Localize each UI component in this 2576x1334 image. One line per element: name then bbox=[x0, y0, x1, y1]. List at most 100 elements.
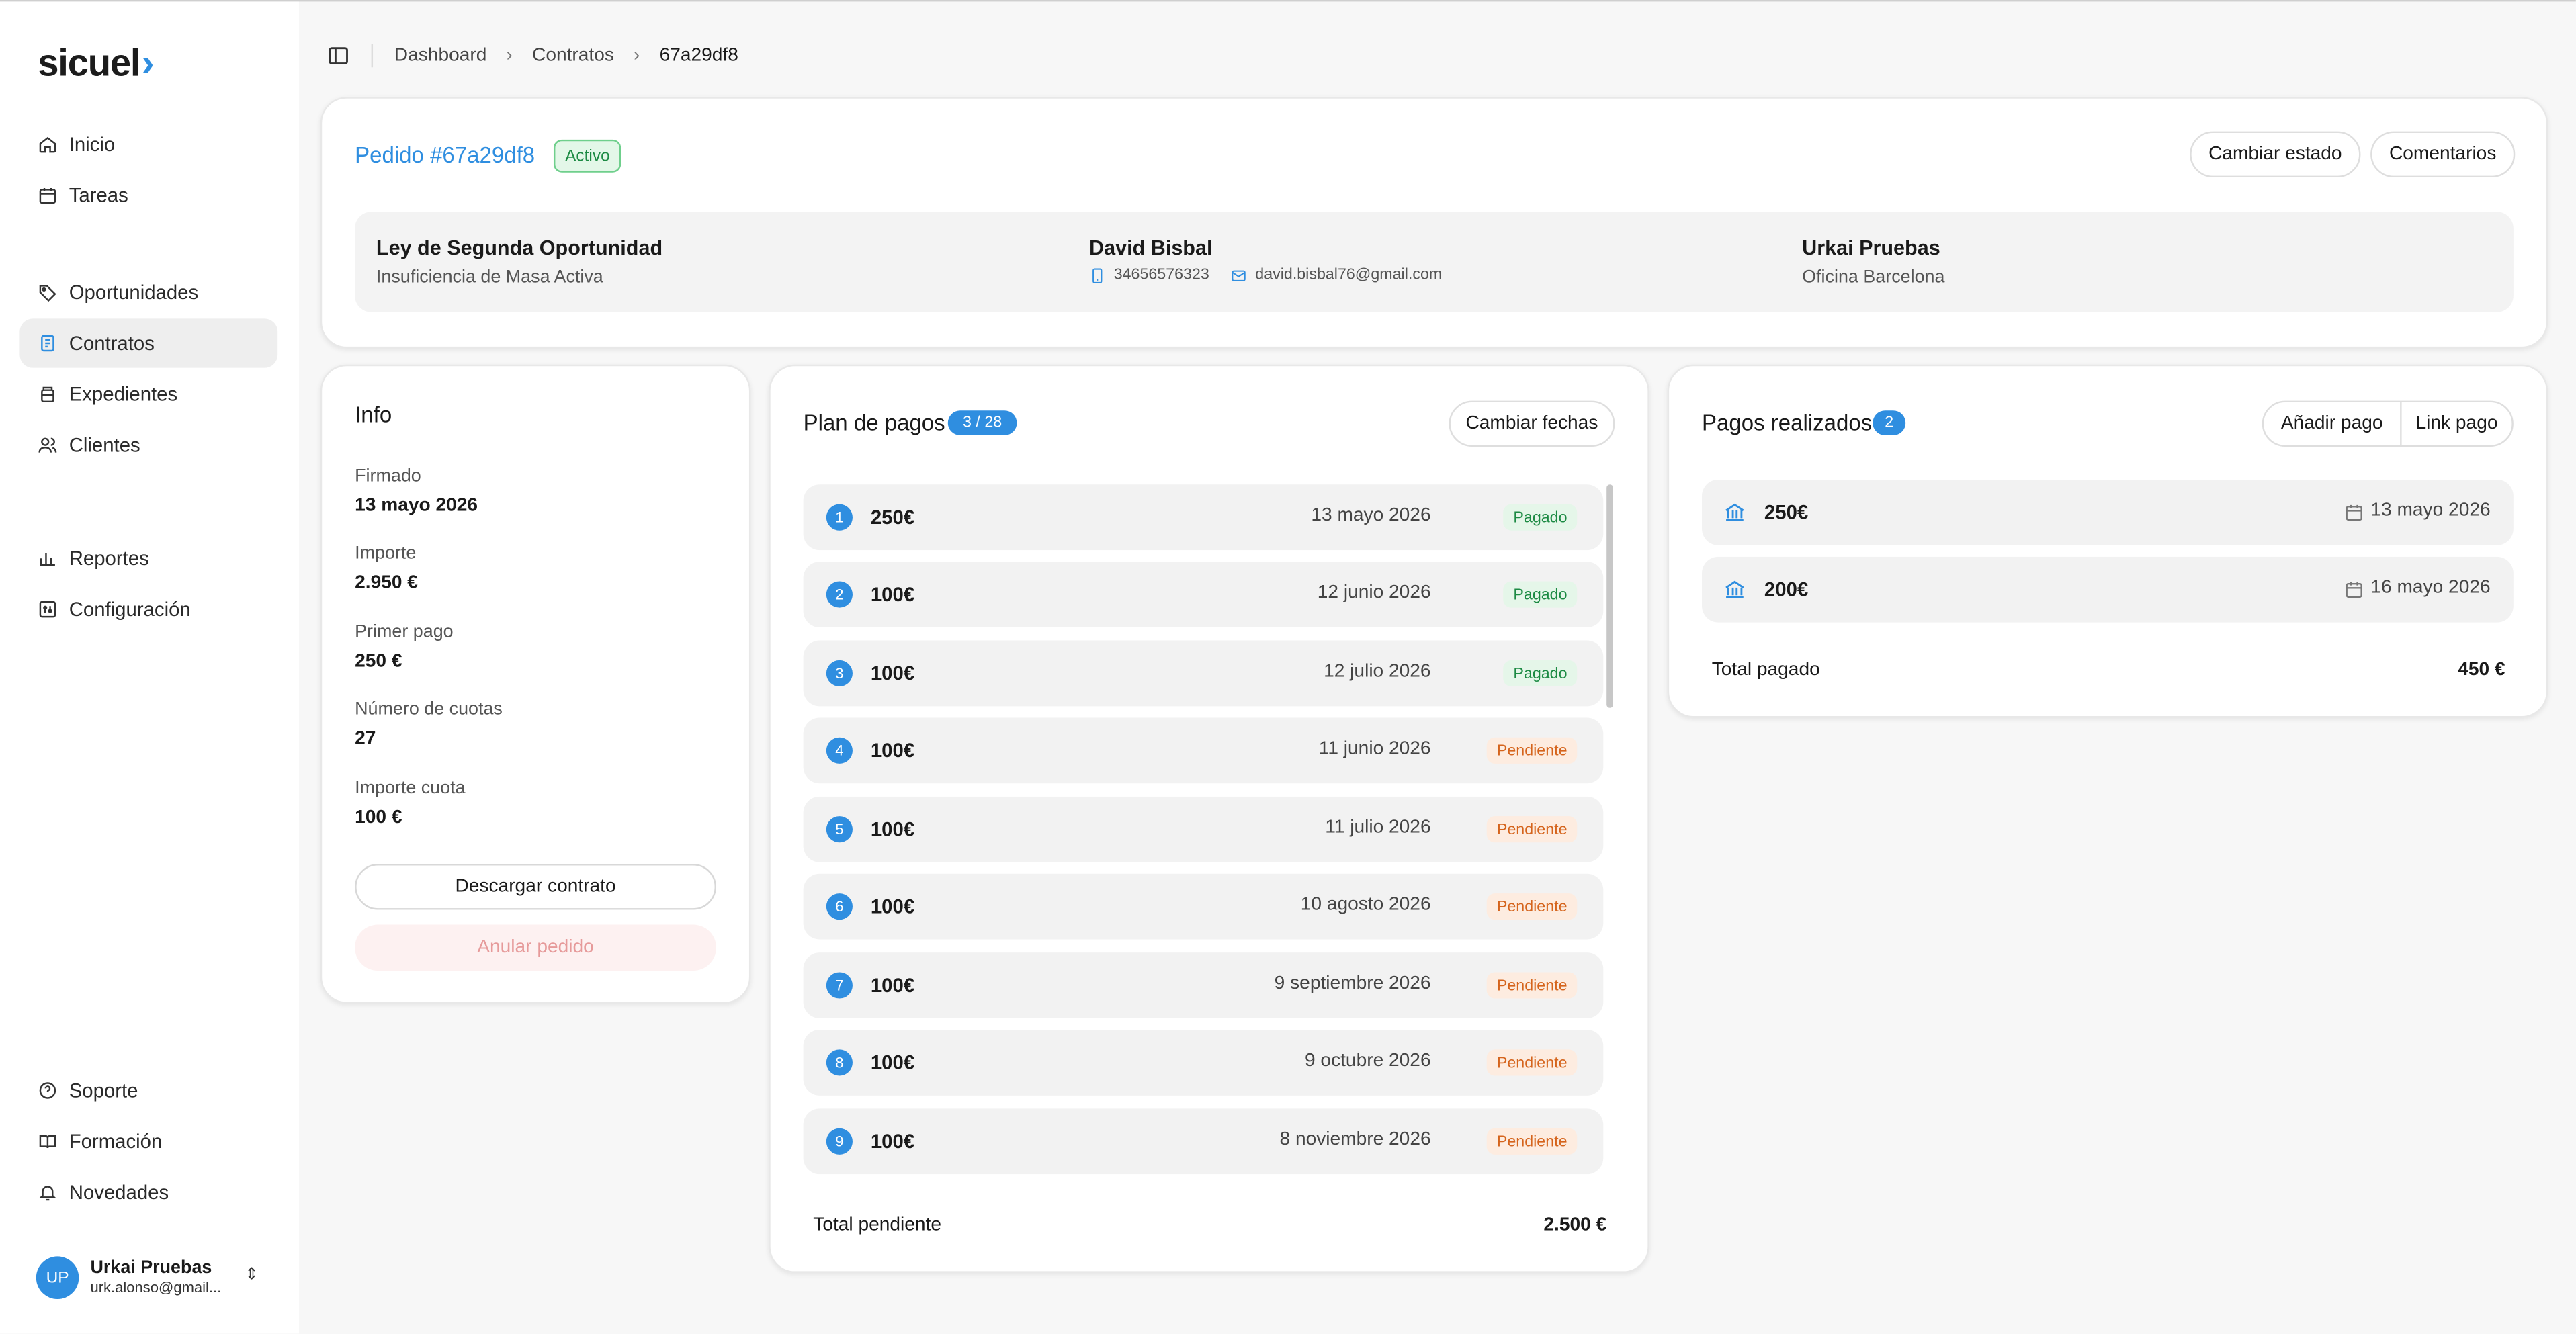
sidebar-item-label: Tareas bbox=[69, 183, 128, 208]
phone-icon bbox=[1092, 267, 1103, 283]
sidebar-item-novedades[interactable]: Novedades bbox=[19, 1167, 277, 1216]
payment-date: 13 mayo 2026 bbox=[2370, 500, 2491, 521]
cancel-order-button[interactable]: Anular pedido bbox=[355, 924, 717, 971]
calendar-icon bbox=[2346, 582, 2362, 598]
sidebar-item-expedientes[interactable]: Expedientes bbox=[19, 369, 277, 418]
change-dates-button[interactable]: Cambiar fechas bbox=[1449, 400, 1615, 447]
field-value: 13 mayo 2026 bbox=[355, 496, 478, 516]
status-badge: Pagado bbox=[1503, 581, 1578, 608]
field-label: Firmado bbox=[355, 466, 421, 486]
payments-count-badge: 2 bbox=[1873, 410, 1906, 435]
installment-number: 3 bbox=[826, 660, 853, 687]
installment-amount: 100€ bbox=[870, 1051, 915, 1075]
sidebar-item-label: Inicio bbox=[69, 133, 116, 157]
status-badge: Pendiente bbox=[1487, 737, 1578, 764]
sidebar-item-label: Clientes bbox=[69, 433, 140, 457]
comments-button[interactable]: Comentarios bbox=[2370, 131, 2516, 178]
agent-name: Urkai Pruebas bbox=[1802, 236, 1940, 260]
breadcrumb-contratos[interactable]: Contratos bbox=[532, 46, 614, 65]
sidebar-item-label: Reportes bbox=[69, 547, 149, 570]
sidebar-toggle-icon[interactable] bbox=[327, 44, 350, 67]
field-label: Importe bbox=[355, 543, 417, 564]
bell-icon bbox=[38, 1182, 57, 1202]
agent-office: Oficina Barcelona bbox=[1802, 267, 1945, 287]
list-item: 250€ 13 mayo 2026 bbox=[1702, 479, 2514, 545]
breadcrumb-dashboard[interactable]: Dashboard bbox=[394, 46, 487, 65]
list-item: 200€ 16 mayo 2026 bbox=[1702, 556, 2514, 623]
add-payment-button[interactable]: Añadir pago bbox=[2264, 402, 2400, 445]
list-item: 3 100€ 12 julio 2026 Pagado bbox=[803, 640, 1604, 707]
status-badge: Activo bbox=[553, 139, 621, 173]
calendar-icon bbox=[2346, 504, 2362, 521]
sidebar-item-label: Oportunidades bbox=[69, 281, 199, 304]
installment-number: 6 bbox=[826, 893, 853, 920]
payments-made-card: Pagos realizados 2 Añadir pago Link pago… bbox=[1667, 364, 2548, 718]
sidebar-item-contratos[interactable]: Contratos bbox=[19, 318, 278, 368]
sidebar-item-configuracion[interactable]: Configuración bbox=[19, 584, 277, 633]
top-border bbox=[0, 0, 2576, 2]
installment-amount: 250€ bbox=[870, 506, 915, 529]
plan-count-badge: 3 / 28 bbox=[947, 410, 1017, 435]
user-menu[interactable]: UP Urkai Pruebas urk.alonso@gmail... ⇕ bbox=[36, 1253, 266, 1302]
installment-number: 7 bbox=[826, 972, 853, 999]
status-badge: Pendiente bbox=[1487, 972, 1578, 999]
sidebar-item-clientes[interactable]: Clientes bbox=[19, 420, 277, 470]
payment-plan-card: Plan de pagos 3 / 28 Cambiar fechas 1 25… bbox=[769, 364, 1649, 1273]
field-label: Importe cuota bbox=[355, 778, 466, 799]
sidebar-item-formacion[interactable]: Formación bbox=[19, 1117, 277, 1166]
list-item: 5 100€ 11 julio 2026 Pendiente bbox=[803, 796, 1604, 862]
sidebar-item-label: Soporte bbox=[69, 1079, 138, 1102]
sidebar-item-label: Contratos bbox=[69, 331, 155, 355]
status-badge: Pendiente bbox=[1487, 816, 1578, 843]
calendar-icon bbox=[38, 185, 57, 205]
client-phone[interactable]: 34656576323 bbox=[1114, 266, 1209, 284]
scrollbar[interactable] bbox=[1606, 484, 1613, 708]
installment-amount: 100€ bbox=[870, 817, 915, 841]
chevron-up-down-icon[interactable]: ⇕ bbox=[245, 1266, 259, 1284]
service-info: Ley de Segunda Oportunidad Insuficiencia… bbox=[376, 236, 662, 287]
help-circle-icon bbox=[38, 1081, 57, 1100]
sidebar-item-oportunidades[interactable]: Oportunidades bbox=[19, 268, 277, 317]
plan-title: Plan de pagos bbox=[803, 410, 945, 435]
payment-plan-list[interactable]: 1 250€ 13 mayo 2026 Pagado 2 100€ 12 jun… bbox=[803, 484, 1604, 1182]
sidebar-item-label: Formación bbox=[69, 1130, 163, 1153]
installment-date: 12 julio 2026 bbox=[1324, 662, 1431, 682]
installment-amount: 100€ bbox=[870, 1130, 915, 1153]
client-name[interactable]: David Bisbal bbox=[1089, 236, 1442, 259]
installment-number: 9 bbox=[826, 1128, 853, 1155]
client-info: David Bisbal 34656576323 david.bisbal76@… bbox=[1089, 236, 1442, 284]
change-status-button[interactable]: Cambiar estado bbox=[2190, 131, 2361, 178]
field-label: Número de cuotas bbox=[355, 699, 503, 719]
status-badge: Pagado bbox=[1503, 504, 1578, 531]
info-title: Info bbox=[355, 402, 392, 427]
client-email[interactable]: david.bisbal76@gmail.com bbox=[1255, 266, 1442, 284]
breadcrumb-current: 67a29df8 bbox=[659, 46, 738, 66]
installment-date: 10 agosto 2026 bbox=[1300, 895, 1431, 915]
installment-date: 9 octubre 2026 bbox=[1304, 1051, 1431, 1071]
total-pending-value: 2.500 € bbox=[1543, 1215, 1607, 1235]
payment-actions: Añadir pago Link pago bbox=[2262, 400, 2514, 447]
sidebar-item-tareas[interactable]: Tareas bbox=[19, 171, 277, 220]
book-icon bbox=[38, 1132, 57, 1151]
chevron-right-icon: › bbox=[634, 46, 640, 66]
installment-date: 9 septiembre 2026 bbox=[1274, 973, 1431, 994]
list-item: 6 100€ 10 agosto 2026 Pendiente bbox=[803, 873, 1604, 940]
list-item: 7 100€ 9 septiembre 2026 Pendiente bbox=[803, 952, 1604, 1018]
download-contract-button[interactable]: Descargar contrato bbox=[355, 864, 717, 910]
sidebar-item-inicio[interactable]: Inicio bbox=[19, 120, 277, 169]
status-badge: Pendiente bbox=[1487, 1049, 1578, 1076]
status-badge: Pendiente bbox=[1487, 893, 1578, 920]
total-paid-value: 450 € bbox=[2458, 660, 2505, 680]
logo-chevron: › bbox=[141, 41, 155, 84]
installment-date: 13 mayo 2026 bbox=[1311, 506, 1431, 526]
sidebar-item-soporte[interactable]: Soporte bbox=[19, 1066, 277, 1115]
installment-amount: 100€ bbox=[870, 662, 915, 685]
app-logo[interactable]: sicuel › bbox=[38, 41, 155, 85]
sidebar-item-reportes[interactable]: Reportes bbox=[19, 534, 277, 583]
divider bbox=[371, 44, 374, 68]
info-card: Info Firmado 13 mayo 2026 Importe 2.950 … bbox=[320, 364, 751, 1004]
installment-number: 2 bbox=[826, 581, 853, 608]
list-item: 2 100€ 12 junio 2026 Pagado bbox=[803, 562, 1604, 627]
installment-amount: 100€ bbox=[870, 582, 915, 607]
payment-link-button[interactable]: Link pago bbox=[2400, 402, 2511, 445]
